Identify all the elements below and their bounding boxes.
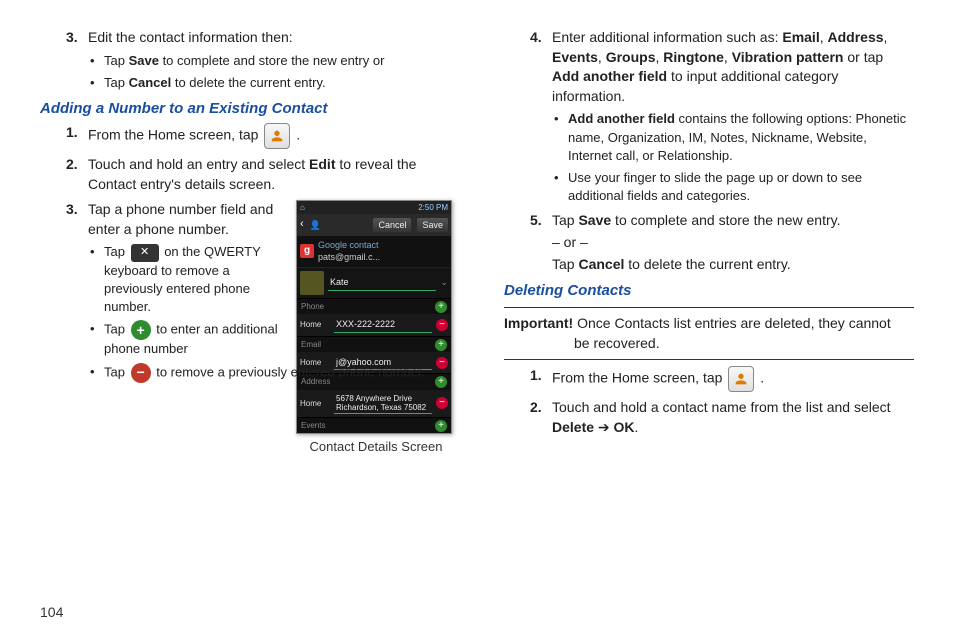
bullet-add-phone: Tap + to enter an additional phone numbe…: [90, 320, 280, 358]
step-num: 2.: [530, 398, 542, 418]
label-events: Events +: [297, 417, 451, 433]
or-divider: – or –: [552, 233, 914, 253]
steps-right: 4. Enter additional information such as:…: [530, 28, 914, 274]
step-3-edit: 3. Edit the contact information then: Ta…: [66, 28, 450, 92]
bullet-cancel: Tap Cancel to delete the current entry.: [90, 74, 450, 92]
step-num: 4.: [530, 28, 542, 48]
adding-step2: 2. Touch and hold an entry and select Ed…: [66, 155, 450, 194]
bullet-add-field: Add another field contains the following…: [554, 110, 914, 165]
steps-top: 3. Edit the contact information then: Ta…: [66, 28, 450, 92]
adding-step1: 1. From the Home screen, tap .: [66, 123, 450, 149]
step-num: 1.: [66, 123, 78, 143]
right-step4: 4. Enter additional information such as:…: [530, 28, 914, 205]
right-step5: 5. Tap Save to complete and store the ne…: [530, 211, 914, 274]
bullet-del-key: Tap ✕ on the QWERTY keyboard to remove a…: [90, 243, 280, 316]
type-home-addr: Home: [300, 398, 330, 409]
contacts-icon: [728, 366, 754, 392]
delete-step1: 1. From the Home screen, tap .: [530, 366, 914, 392]
heading-deleting: Deleting Contacts: [504, 280, 914, 301]
adding-step3: 3. Tap a phone number field and enter a …: [66, 200, 450, 383]
steps-adding: 1. From the Home screen, tap . 2. Touch …: [66, 123, 450, 383]
remove-addr-icon: −: [436, 397, 448, 409]
step3-bullets: Tap Save to complete and store the new e…: [90, 52, 450, 92]
step-text: Edit the contact information then:: [88, 29, 293, 45]
address-value: 5678 Anywhere Drive Richardson, Texas 75…: [334, 393, 432, 414]
step3-bullets: Tap ✕ on the QWERTY keyboard to remove a…: [90, 243, 280, 382]
left-column: 3. Edit the contact information then: Ta…: [40, 28, 450, 626]
bullet-save: Tap Save to complete and store the new e…: [90, 52, 450, 70]
step4-bullets: Add another field contains the following…: [554, 110, 914, 205]
plus-icon: +: [131, 320, 151, 340]
manual-page: 3. Edit the contact information then: Ta…: [0, 0, 954, 636]
steps-deleting: 1. From the Home screen, tap . 2. Touch …: [530, 366, 914, 437]
step-num: 5.: [530, 211, 542, 231]
step-num: 1.: [530, 366, 542, 386]
delete-step2: 2. Touch and hold a contact name from th…: [530, 398, 914, 437]
bullet-remove-phone: Tap − to remove a previously entered pho…: [90, 363, 450, 383]
contacts-icon: [264, 123, 290, 149]
separator-bottom: [504, 359, 914, 360]
page-number: 104: [40, 604, 63, 620]
step-num: 3.: [66, 200, 78, 220]
right-column: 4. Enter additional information such as:…: [504, 28, 914, 626]
heading-adding: Adding a Number to an Existing Contact: [40, 98, 450, 119]
important-note: Important! Once Contacts list entries ar…: [504, 314, 914, 353]
minus-icon: −: [131, 363, 151, 383]
step3-text: Tap a phone number field and enter a pho…: [88, 201, 273, 237]
step2-text: Touch and hold an entry and select Edit …: [88, 155, 450, 194]
important-label: Important!: [504, 315, 573, 331]
step-num: 2.: [66, 155, 78, 175]
delete-key-icon: ✕: [131, 244, 159, 262]
bullet-scroll: Use your finger to slide the page up or …: [554, 169, 914, 205]
separator-top: [504, 307, 914, 308]
add-event-icon: +: [435, 420, 447, 432]
step-num: 3.: [66, 28, 78, 48]
phone-caption: Contact Details Screen: [296, 438, 456, 456]
